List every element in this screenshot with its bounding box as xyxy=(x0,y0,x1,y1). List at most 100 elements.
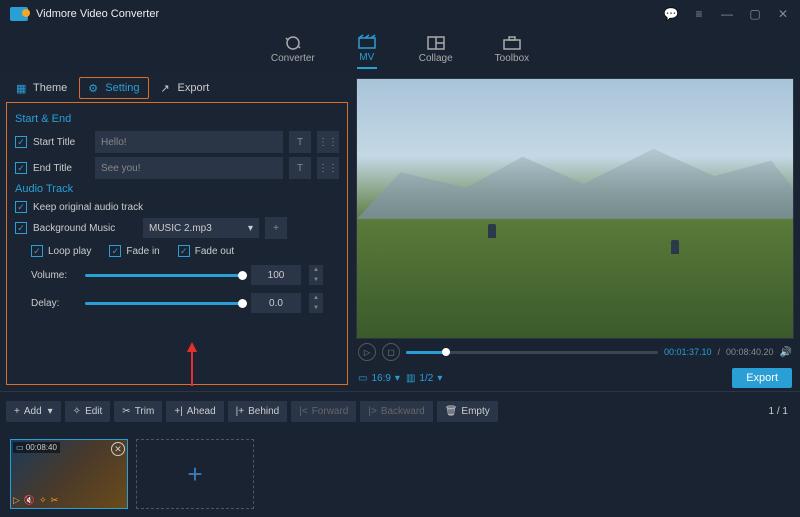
nav-toolbox[interactable]: Toolbox xyxy=(495,35,529,68)
bg-music-add-button[interactable]: + xyxy=(265,217,287,239)
export-button[interactable]: Export xyxy=(732,368,792,388)
converter-icon xyxy=(283,35,303,51)
nav-converter[interactable]: Converter xyxy=(271,35,315,68)
total-time: 00:08:40.20 xyxy=(726,347,774,357)
stop-button[interactable]: ▢ xyxy=(382,343,400,361)
start-title-font-button[interactable]: T xyxy=(289,131,311,153)
maximize-icon[interactable]: ▢ xyxy=(748,7,762,21)
keep-original-checkbox[interactable] xyxy=(15,201,27,213)
tab-theme[interactable]: ▦ Theme xyxy=(8,78,75,98)
screen-icon: ▥ xyxy=(406,373,415,384)
volume-icon[interactable]: 🔊 xyxy=(780,347,792,358)
edit-button[interactable]: ✧Edit xyxy=(65,401,111,422)
video-preview[interactable] xyxy=(356,78,794,339)
loop-play-label: Loop play xyxy=(48,246,91,257)
zoom-dropdown[interactable]: ▥ 1/2 ▾ xyxy=(406,373,442,384)
theme-icon: ▦ xyxy=(16,82,28,94)
end-title-checkbox[interactable] xyxy=(15,162,27,174)
trash-icon: 🗑 xyxy=(445,406,458,417)
nav-collage[interactable]: Collage xyxy=(419,35,453,68)
thumbnail-strip: ▭ 00:08:40 ✕ ▷ 🔇 ✧ ✂ + xyxy=(0,431,800,517)
add-button[interactable]: +Add▾ xyxy=(6,401,61,422)
delay-value[interactable]: 0.0 xyxy=(251,293,301,313)
backward-button[interactable]: |>Backward xyxy=(360,401,432,422)
tab-setting[interactable]: ⚙ Setting xyxy=(79,77,148,99)
preview-options: ▭16:9▾ ▥ 1/2 ▾ Export xyxy=(356,365,794,391)
bg-music-value: MUSIC 2.mp3 xyxy=(149,223,212,234)
fade-in-checkbox[interactable] xyxy=(109,245,121,257)
menu-icon[interactable]: ≡ xyxy=(692,7,706,21)
start-title-input[interactable] xyxy=(95,131,283,153)
close-icon[interactable]: ✕ xyxy=(776,7,790,21)
tab-export[interactable]: ↗ Export xyxy=(153,78,218,98)
aspect-dropdown[interactable]: ▭16:9▾ xyxy=(358,373,400,384)
preview-panel: ▷ ▢ 00:01:37.10/00:08:40.20 🔊 ▭16:9▾ ▥ 1/… xyxy=(354,74,800,391)
plus-icon: + xyxy=(14,406,20,417)
clip-play-icon[interactable]: ▷ xyxy=(13,495,20,506)
ahead-button[interactable]: +|Ahead xyxy=(166,401,223,422)
volume-spinner[interactable]: ▲▼ xyxy=(309,265,323,285)
clip-trim-icon[interactable]: ✂ xyxy=(51,495,59,506)
wand-icon: ✧ xyxy=(73,406,81,417)
end-title-label: End Title xyxy=(33,163,89,174)
feedback-icon[interactable]: 💬 xyxy=(664,7,678,21)
settings-box: Start & End Start Title T ⋮⋮ End Title T… xyxy=(6,102,348,385)
bg-music-dropdown[interactable]: MUSIC 2.mp3 ▾ xyxy=(143,218,259,238)
delay-slider[interactable] xyxy=(85,302,243,305)
start-title-more-button[interactable]: ⋮⋮ xyxy=(317,131,339,153)
aspect-icon: ▭ xyxy=(358,373,367,384)
chevron-down-icon: ▾ xyxy=(48,406,53,417)
timeline-slider[interactable] xyxy=(406,351,658,354)
tab-setting-label: Setting xyxy=(105,82,139,94)
nav-converter-label: Converter xyxy=(271,53,315,64)
end-title-font-button[interactable]: T xyxy=(289,157,311,179)
play-button[interactable]: ▷ xyxy=(358,343,376,361)
nav-mv[interactable]: MV xyxy=(357,34,377,69)
behind-button[interactable]: |+Behind xyxy=(228,401,288,422)
scissors-icon: ✂ xyxy=(122,406,130,417)
bg-music-checkbox[interactable] xyxy=(15,222,27,234)
app-title: Vidmore Video Converter xyxy=(36,8,159,20)
chevron-down-icon: ▾ xyxy=(437,373,442,384)
clip-mute-icon[interactable]: 🔇 xyxy=(24,495,35,506)
zoom-value: 1/2 xyxy=(419,373,433,384)
loop-play-checkbox[interactable] xyxy=(31,245,43,257)
collage-icon xyxy=(426,35,446,51)
clip-thumbnail[interactable]: ▭ 00:08:40 ✕ ▷ 🔇 ✧ ✂ xyxy=(10,439,128,509)
chevron-down-icon: ▾ xyxy=(395,373,400,384)
bg-music-label: Background Music xyxy=(33,223,137,234)
volume-slider[interactable] xyxy=(85,274,243,277)
fade-out-checkbox[interactable] xyxy=(178,245,190,257)
tab-export-label: Export xyxy=(178,82,210,94)
bottom-toolbar: +Add▾ ✧Edit ✂Trim +|Ahead |+Behind |<For… xyxy=(0,391,800,431)
start-title-label: Start Title xyxy=(33,137,89,148)
nav-toolbox-label: Toolbox xyxy=(495,53,529,64)
fade-in-label: Fade in xyxy=(126,246,159,257)
titlebar: Vidmore Video Converter 💬 ≡ — ▢ ✕ xyxy=(0,0,800,28)
end-title-more-button[interactable]: ⋮⋮ xyxy=(317,157,339,179)
behind-icon: |+ xyxy=(236,406,244,417)
nav-mv-label: MV xyxy=(359,52,374,63)
forward-button[interactable]: |<Forward xyxy=(291,401,356,422)
clip-duration-badge: ▭ 00:08:40 xyxy=(13,442,60,453)
ahead-icon: +| xyxy=(174,406,182,417)
volume-value[interactable]: 100 xyxy=(251,265,301,285)
tab-theme-label: Theme xyxy=(33,82,67,94)
clip-edit-icon[interactable]: ✧ xyxy=(39,495,47,506)
empty-button[interactable]: 🗑Empty xyxy=(437,401,498,422)
setting-icon: ⚙ xyxy=(88,82,100,94)
trim-button[interactable]: ✂Trim xyxy=(114,401,162,422)
audio-header: Audio Track xyxy=(15,183,341,195)
volume-label: Volume: xyxy=(31,270,77,281)
panel-tabs: ▦ Theme ⚙ Setting ↗ Export xyxy=(6,74,348,102)
start-title-checkbox[interactable] xyxy=(15,136,27,148)
clip-remove-button[interactable]: ✕ xyxy=(111,442,125,456)
minimize-icon[interactable]: — xyxy=(720,7,734,21)
end-title-input[interactable] xyxy=(95,157,283,179)
playback-controls: ▷ ▢ 00:01:37.10/00:08:40.20 🔊 xyxy=(356,339,794,365)
add-clip-button[interactable]: + xyxy=(136,439,254,509)
app-logo-icon xyxy=(10,7,28,21)
nav-collage-label: Collage xyxy=(419,53,453,64)
top-navigation: Converter MV Collage Toolbox xyxy=(0,28,800,74)
delay-spinner[interactable]: ▲▼ xyxy=(309,293,323,313)
